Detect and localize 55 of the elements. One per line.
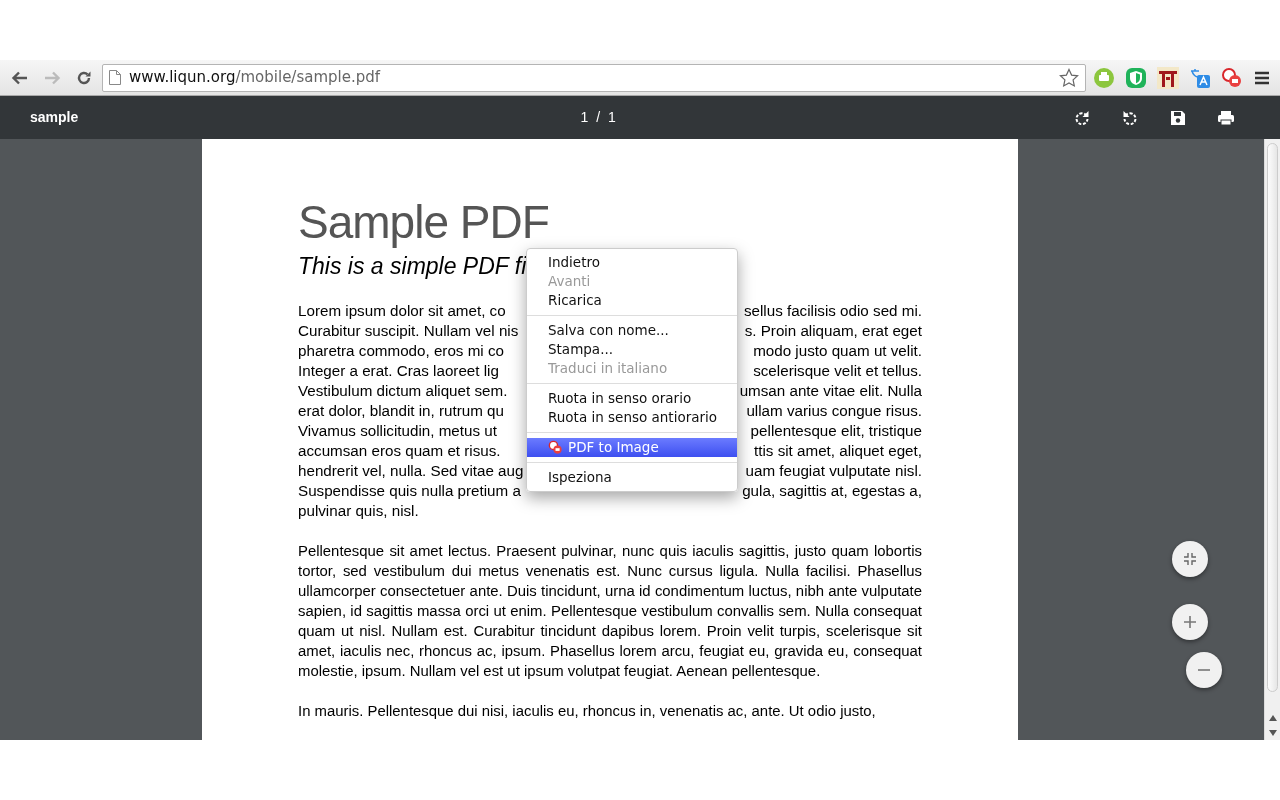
paragraph-line: pharetra commodo, eros mi co xyxy=(298,340,504,361)
menu-item[interactable]: Ruota in senso orario xyxy=(527,389,737,408)
menu-item[interactable]: Salva con nome... xyxy=(527,321,737,340)
zoom-out-button[interactable] xyxy=(1186,652,1222,688)
paragraph-line: Vestibulum dictum aliquet sem. xyxy=(298,380,508,401)
paragraph-line: erat dolor, blandit in, rutrum qu xyxy=(298,400,504,421)
menu-item[interactable]: Ruota in senso antiorario xyxy=(527,408,737,427)
fit-to-page-icon xyxy=(1183,552,1197,566)
paragraph-line: Curabitur suscipit. Nullam vel nis xyxy=(298,320,519,341)
paragraph-line: ttis sit amet, aliquet eget, xyxy=(754,440,922,461)
menu-item[interactable]: Stampa... xyxy=(527,340,737,359)
paragraph-line: ullam varius congue risus. xyxy=(746,400,922,421)
paragraph-line: scelerisque velit et tellus. xyxy=(753,360,922,381)
paragraph-line: accumsan eros quam et risus. xyxy=(298,440,501,461)
paragraph-line: sellus facilisis odio sed mi. xyxy=(743,300,922,321)
paragraph-line: modo justo quam ut velit. xyxy=(753,340,922,361)
zoom-in-icon xyxy=(1183,615,1197,629)
fit-to-page-button[interactable] xyxy=(1172,541,1208,577)
paragraph-line: uam feugiat vulputate nisl. xyxy=(745,460,922,481)
menu-item[interactable]: PDF to Image xyxy=(527,438,737,457)
print-icon xyxy=(1217,109,1235,126)
paragraph-line: pulvinar quis, nisl. xyxy=(298,500,419,521)
paragraph: Pellentesque sit amet lectus. Praesent pulvinar, nunc quis iaculis sagittis, justo quam lobortis tortor, sed vestibulum dui metus venenatis est. Nunc cursus ligula. Nulla facilisi. Phasellus ullamcorper consectetuer ante. Duis tincidunt, urna id condimentum luctus, nibh ante vulputate sapien, id sagittis massa orci ut enim. Pellentesque vestibulum convallis sem. Nulla consequat quam ut nisl. Nullam est. Curabitur tincidunt dapibus lorem. Proin velit turpis, scelerisque sit amet, iaculis nec, rhoncus ac, ipsum. Phasellus lorem arcu, feugiat eu, gravida eu, consequat molestie, ipsum. Nullam vel est ut ipsum volutpat feugiat. Aenean pellentesque. xyxy=(298,541,922,681)
translate-extension-icon[interactable] xyxy=(1189,66,1211,89)
rotate-clockwise-icon xyxy=(1073,108,1091,127)
menu-icon[interactable] xyxy=(1254,69,1270,86)
page-count: 1 xyxy=(608,108,616,127)
paragraph-line: Integer a erat. Cras laoreet lig xyxy=(298,360,499,381)
paragraph-line: Lorem ipsum dolor sit amet, co xyxy=(298,300,506,321)
scrollbar-thumb[interactable] xyxy=(1267,143,1278,692)
zoom-in-button[interactable] xyxy=(1172,604,1208,640)
paragraph-line: gula, sagittis at, egestas a, xyxy=(742,480,922,501)
paragraph-line: Vivamus sollicitudin, metus ut xyxy=(298,420,497,441)
document-title: sample xyxy=(30,108,79,127)
paragraph-line: umsan ante vitae elit. Nulla xyxy=(739,380,922,401)
save-icon xyxy=(1170,109,1186,126)
menu-item[interactable]: Ricarica xyxy=(527,291,737,310)
paragraph-line: Suspendisse quis nulla pretium a xyxy=(298,480,521,501)
menu-item[interactable]: Ispeziona xyxy=(527,468,737,487)
shield-extension-icon[interactable] xyxy=(1125,66,1147,89)
page-separator: / xyxy=(596,108,601,127)
paragraph: In mauris. Pellentesque dui nisi, iaculis eu, rhoncus in, venenatis ac, ante. Ut odio justo, xyxy=(298,701,877,721)
scrollbar[interactable] xyxy=(1264,139,1280,740)
pdf-image-extension-icon[interactable] xyxy=(1221,66,1243,89)
menu-item[interactable]: Indietro xyxy=(527,253,737,272)
page-icon xyxy=(109,70,121,85)
address-bar[interactable]: www.liqun.org/mobile/sample.pdf xyxy=(102,63,1086,92)
pdf-image-extension-icon xyxy=(548,440,563,455)
paragraph-line: s. Proin aliquam, erat eget xyxy=(744,320,922,341)
paragraph-line: hendrerit vel, nulla. Sed vitae aug xyxy=(298,460,524,481)
bookmark-star-icon[interactable] xyxy=(1059,67,1079,88)
page-number: 1 xyxy=(580,108,589,127)
document-subtitle: This is a simple PDF fi xyxy=(298,253,527,281)
paragraph-line: pellentesque elit, tristique xyxy=(750,420,922,441)
gate-extension-icon[interactable] xyxy=(1157,66,1179,89)
